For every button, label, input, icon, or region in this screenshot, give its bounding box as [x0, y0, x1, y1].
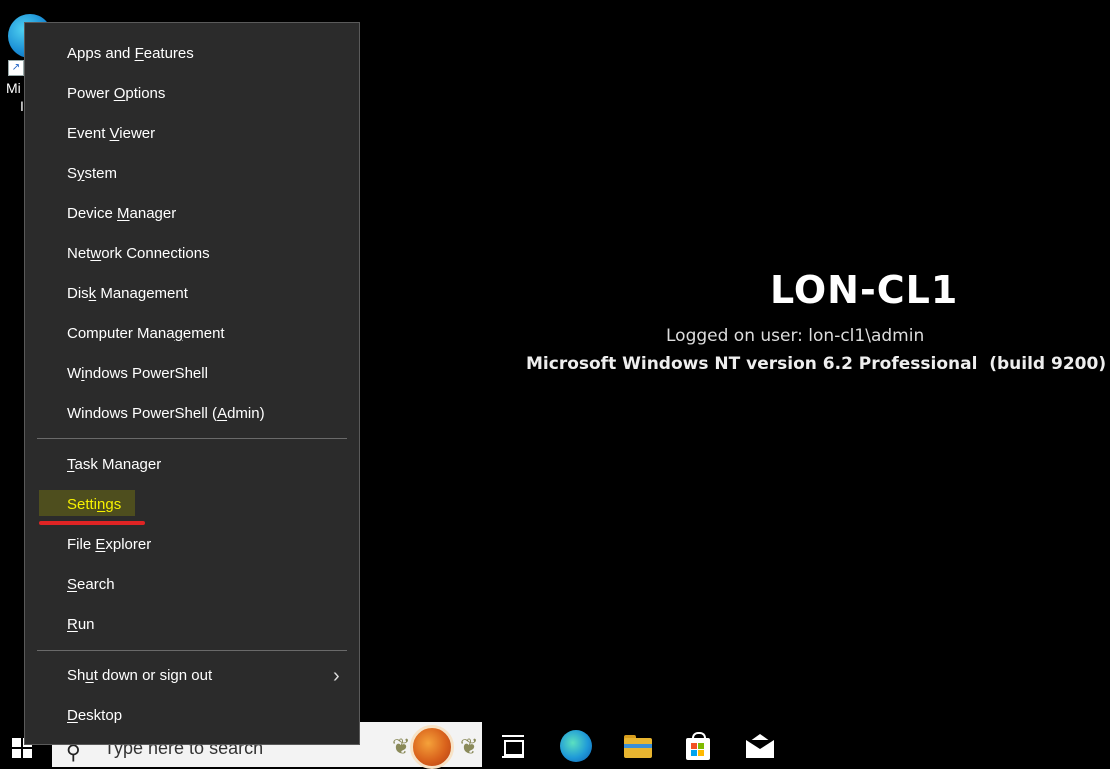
logged-on-user: Logged on user: lon-cl1\admin — [666, 326, 925, 346]
edge-icon[interactable] — [560, 730, 592, 762]
menu-item-run[interactable]: Run — [67, 613, 95, 637]
menu-item-search[interactable]: Search — [67, 573, 115, 597]
menu-item-desktop[interactable]: Desktop — [67, 704, 122, 728]
menu-item-network-connections[interactable]: Network Connections — [67, 242, 210, 266]
store-icon[interactable] — [682, 730, 714, 762]
menu-item-disk-management[interactable]: Disk Management — [67, 282, 188, 306]
search-highlight-image: ❦ ❦ — [388, 724, 480, 769]
desktop-icon-label: Mi — [6, 80, 21, 96]
hostname: LON-CL1 — [770, 268, 959, 312]
menu-separator — [37, 650, 347, 651]
menu-item-apps-and-features[interactable]: Apps and Features — [67, 42, 194, 66]
mail-icon[interactable] — [744, 730, 776, 762]
herb-right-icon: ❦ — [460, 734, 479, 759]
menu-item-file-explorer[interactable]: File Explorer — [67, 533, 151, 557]
menu-item-power-options[interactable]: Power Options — [67, 82, 165, 106]
menu-item-system[interactable]: System — [67, 162, 117, 186]
menu-item-task-manager[interactable]: Task Manager — [67, 453, 161, 477]
food-doodle-icon — [410, 725, 454, 769]
herb-left-icon: ❦ — [392, 734, 411, 759]
shortcut-arrow-icon: ↗ — [8, 60, 24, 76]
os-version: Microsoft Windows NT version 6.2 Profess… — [526, 354, 1107, 374]
winx-power-user-menu: Apps and Features Power Options Event Vi… — [24, 22, 360, 745]
menu-item-windows-powershell-admin[interactable]: Windows PowerShell (Admin) — [67, 402, 265, 426]
menu-item-settings[interactable]: Settings — [67, 493, 121, 517]
task-view-button[interactable] — [498, 730, 530, 762]
menu-item-windows-powershell[interactable]: Windows PowerShell — [67, 362, 208, 386]
annotation-underline — [39, 521, 145, 525]
task-view-icon — [504, 740, 524, 756]
chevron-right-icon: › — [333, 665, 340, 687]
menu-item-computer-management[interactable]: Computer Management — [67, 322, 225, 346]
file-explorer-icon[interactable] — [622, 730, 654, 762]
menu-item-shut-down-or-sign-out[interactable]: Shut down or sign out — [67, 664, 212, 688]
menu-item-device-manager[interactable]: Device Manager — [67, 202, 176, 226]
menu-item-event-viewer[interactable]: Event Viewer — [67, 122, 155, 146]
menu-separator — [37, 438, 347, 439]
